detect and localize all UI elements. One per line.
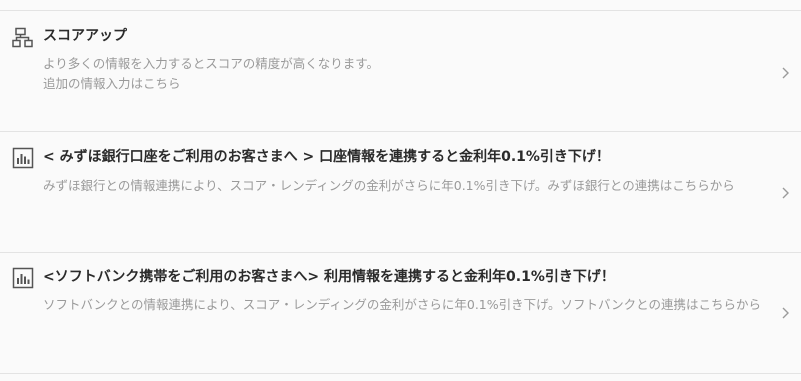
item-title: スコアアップ	[43, 28, 127, 44]
description-line: みずほ銀行との情報連携により、スコア・レンディングの金利がさらに年0.1%引き下…	[43, 178, 735, 193]
description-line: より多くの情報を入力するとスコアの精度が高くなります。	[43, 56, 380, 71]
list-item-mizuho-link[interactable]: < みずほ銀行口座をご利用のお客さまへ > 口座情報を連携すると金利年0.1%引…	[0, 132, 801, 252]
item-title: <ソフトバンク携帯をご利用のお客さまへ> 利用情報を連携すると金利年0.1%引き…	[43, 269, 615, 285]
chevron-right-icon	[780, 65, 792, 79]
list-item-score-up[interactable]: スコアアップ より多くの情報を入力するとスコアの精度が高くなります。 追加の情報…	[0, 11, 801, 131]
description-line: ソフトバンクとの情報連携により、スコア・レンディングの金利がさらに年0.1%引き…	[43, 297, 762, 312]
bar-chart-icon	[12, 147, 34, 169]
item-description: ソフトバンクとの情報連携により、スコア・レンディングの金利がさらに年0.1%引き…	[43, 295, 775, 315]
bar-chart-icon	[12, 267, 34, 289]
chevron-right-icon	[780, 305, 792, 319]
item-description: より多くの情報を入力するとスコアの精度が高くなります。 追加の情報入力はこちら	[43, 54, 765, 94]
list-item-softbank-link[interactable]: <ソフトバンク携帯をご利用のお客さまへ> 利用情報を連携すると金利年0.1%引き…	[0, 253, 801, 373]
item-description: みずほ銀行との情報連携により、スコア・レンディングの金利がさらに年0.1%引き下…	[43, 176, 765, 196]
chevron-right-icon	[780, 185, 792, 199]
flowchart-icon	[12, 27, 34, 49]
description-line: 追加の情報入力はこちら	[43, 76, 181, 91]
score-options-list: スコアアップ より多くの情報を入力するとスコアの精度が高くなります。 追加の情報…	[0, 0, 801, 381]
divider	[0, 373, 801, 374]
item-title: < みずほ銀行口座をご利用のお客さまへ > 口座情報を連携すると金利年0.1%引…	[43, 149, 610, 165]
